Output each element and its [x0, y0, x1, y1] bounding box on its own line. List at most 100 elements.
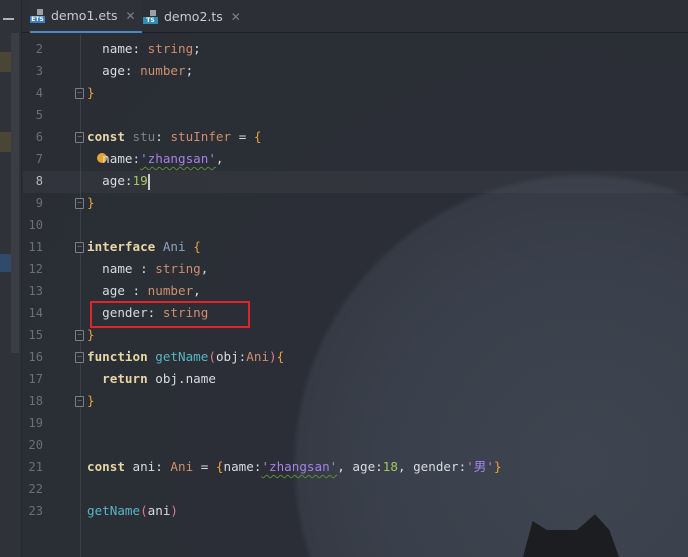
side-panel-strip — [0, 0, 22, 557]
code-token: Ani — [162, 239, 186, 254]
marker — [0, 132, 11, 152]
code-text: age:19 — [87, 170, 150, 192]
code-text: getName(ani) — [87, 500, 178, 522]
code-line[interactable]: 7 name:'zhangsan', — [23, 148, 688, 170]
fold-icon[interactable]: − — [75, 396, 84, 407]
fold-icon[interactable]: − — [75, 330, 84, 341]
code-token: age : — [87, 283, 148, 298]
line-number: 22 — [28, 482, 43, 496]
code-token: } — [87, 393, 95, 408]
code-line[interactable]: 9 −} — [23, 192, 688, 214]
code-text: const ani: Ani = {name:'zhangsan', age:1… — [87, 456, 502, 478]
code-token: ( — [208, 349, 216, 364]
code-token: const — [87, 129, 125, 144]
code-editor[interactable]: 2 name: string; 3 age: number; 4−} 5 6− const… — [23, 34, 688, 557]
code-token: , age: — [337, 459, 383, 474]
code-token: } — [87, 85, 95, 100]
line-number: 12 — [28, 262, 43, 276]
code-token: = — [193, 459, 216, 474]
code-token: , — [193, 283, 201, 298]
code-line[interactable]: 13 age : number, — [23, 280, 688, 302]
code-line[interactable]: 6 − const stu: stuInfer = { — [23, 126, 688, 148]
code-line[interactable]: 22 — [23, 478, 688, 500]
code-token: , — [215, 151, 224, 166]
code-token: getName — [87, 503, 141, 518]
ts-file-icon: TS — [143, 9, 158, 24]
code-text: name : string, — [87, 258, 208, 280]
code-token: name : — [87, 261, 156, 276]
code-token: } — [493, 459, 502, 474]
tab-demo2-ts[interactable]: TS demo2.ts ✕ — [143, 0, 241, 33]
line-number: 16 — [28, 350, 43, 364]
code-token: age: — [87, 173, 133, 188]
code-text: name: string; — [87, 38, 201, 60]
code-token: function — [87, 349, 148, 364]
close-icon[interactable]: ✕ — [125, 9, 135, 23]
code-token: ( — [140, 503, 148, 518]
code-token: ani: — [124, 459, 171, 474]
code-token: return — [102, 371, 148, 386]
code-line[interactable]: 3 age: number; — [23, 60, 688, 82]
code-line[interactable]: 16 − function getName(obj:Ani){ — [23, 346, 688, 368]
code-token: const — [87, 459, 125, 474]
code-token: number — [140, 63, 186, 78]
code-token: name — [87, 41, 133, 56]
code-line[interactable]: 19 — [23, 412, 688, 434]
code-text: } — [87, 192, 95, 214]
code-line[interactable]: 18 −} — [23, 390, 688, 412]
code-token: 'zhangsan' — [261, 459, 338, 474]
code-line[interactable]: 11 − interface Ani { — [23, 236, 688, 258]
code-line[interactable]: 20 — [23, 434, 688, 456]
code-line[interactable]: 23 getName(ani) — [23, 500, 688, 522]
code-text: name:'zhangsan', — [87, 148, 224, 170]
code-token: { — [253, 129, 262, 144]
tab-label: demo2.ts — [164, 9, 223, 24]
code-token: obj.name — [147, 371, 216, 386]
scrollbar[interactable] — [11, 33, 19, 353]
fold-icon[interactable]: − — [75, 242, 84, 253]
code-token: ; — [185, 63, 194, 78]
code-line[interactable]: 8 age:19 — [23, 170, 688, 192]
fold-icon[interactable]: − — [75, 88, 84, 99]
tab-demo1-ets[interactable]: ETS demo1.ets ✕ — [30, 0, 142, 33]
code-text: return obj.name — [87, 368, 216, 390]
ets-file-icon: ETS — [30, 8, 45, 23]
line-number: 5 — [35, 108, 43, 122]
code-text: function getName(obj:Ani){ — [87, 346, 284, 368]
code-line[interactable]: 12 name : string, — [23, 258, 688, 280]
code-line[interactable]: 4 −} — [23, 82, 688, 104]
code-line[interactable]: 10 — [23, 214, 688, 236]
code-token: string — [155, 261, 201, 276]
code-token: getName — [155, 349, 209, 364]
line-number: 14 — [28, 306, 43, 320]
code-line[interactable]: 21 const ani: Ani = {name:'zhangsan', age… — [23, 456, 688, 478]
code-token: string — [147, 41, 194, 56]
code-text: age: number; — [87, 60, 193, 82]
code-token: name: — [223, 459, 262, 474]
code-text: } — [87, 390, 95, 412]
line-number: 15 — [28, 328, 43, 342]
code-text: interface Ani { — [87, 236, 201, 258]
code-token: { — [276, 349, 285, 364]
fold-icon[interactable]: − — [75, 132, 84, 143]
code-token: Ani — [170, 459, 194, 474]
code-token: interface — [87, 239, 156, 254]
code-token: ; — [193, 41, 201, 56]
fold-icon[interactable]: − — [75, 198, 84, 209]
text-caret — [147, 173, 150, 190]
line-number: 3 — [35, 64, 43, 78]
editor-tab-bar: ETS demo1.ets ✕ TS demo2.ts ✕ — [0, 0, 688, 33]
code-token: age — [87, 63, 125, 78]
close-icon[interactable]: ✕ — [231, 10, 241, 24]
line-number: 17 — [28, 372, 43, 386]
code-line[interactable]: 5 — [23, 104, 688, 126]
minimize-icon[interactable] — [3, 18, 14, 20]
line-number: 13 — [28, 284, 43, 298]
code-line[interactable]: 2 name: string; — [23, 38, 688, 60]
code-token: 19 — [132, 173, 148, 188]
code-line[interactable]: 17 return obj.name — [23, 368, 688, 390]
line-number: 7 — [35, 152, 43, 166]
fold-icon[interactable]: − — [75, 352, 84, 363]
